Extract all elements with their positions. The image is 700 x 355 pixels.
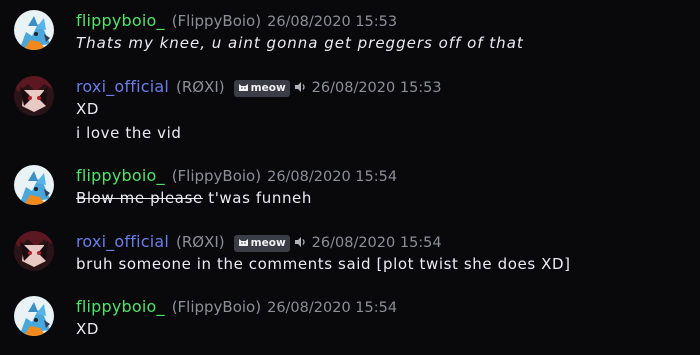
timestamp: 26/08/2020 15:53: [267, 14, 398, 30]
nickname: (RØXI): [176, 233, 225, 251]
message-header: roxi_official (RØXI) meow 26/08/2020 15:53: [76, 76, 442, 98]
roxi-avatar-icon[interactable]: [14, 76, 54, 116]
badge-label: meow: [250, 237, 286, 249]
meow-badge[interactable]: meow: [233, 235, 290, 252]
username[interactable]: flippyboio_: [76, 297, 165, 316]
meow-badge[interactable]: meow: [233, 80, 290, 97]
chat-log: flippyboio_ (FlippyBoio) 26/08/2020 15:53 …: [0, 0, 700, 355]
timestamp: 26/08/2020 15:54: [267, 300, 398, 316]
username[interactable]: flippyboio_: [76, 166, 165, 185]
timestamp: 26/08/2020 15:54: [267, 169, 398, 185]
badge-label: meow: [250, 82, 286, 94]
username[interactable]: roxi_official: [76, 77, 169, 96]
message-text: i love the vid: [76, 124, 182, 142]
message-text: Blow me please t'was funneh: [76, 187, 312, 209]
plain-text: t'was funneh: [202, 189, 312, 207]
message-header: flippyboio_ (FlippyBoio) 26/08/2020 15:54: [76, 296, 397, 318]
flippy-avatar-icon[interactable]: [14, 296, 54, 336]
roxi-avatar-icon[interactable]: [14, 231, 54, 271]
message-text: Thats my knee, u aint gonna get preggers…: [76, 34, 524, 52]
flippy-avatar-icon[interactable]: [14, 165, 54, 205]
speaker-icon[interactable]: [294, 233, 306, 255]
message-header: roxi_official (RØXI) meow 26/08/2020 15:54: [76, 231, 442, 253]
speaker-icon[interactable]: [294, 78, 306, 100]
message-header: flippyboio_ (FlippyBoio) 26/08/2020 15:53: [76, 10, 397, 32]
nickname: (RØXI): [176, 78, 225, 96]
username[interactable]: flippyboio_: [76, 11, 165, 30]
flippy-avatar-icon[interactable]: [14, 10, 54, 50]
username[interactable]: roxi_official: [76, 232, 169, 251]
nickname: (FlippyBoio): [171, 12, 262, 30]
timestamp: 26/08/2020 15:53: [311, 80, 442, 96]
cat-face-icon: [238, 239, 248, 246]
message-text: XD: [76, 100, 100, 118]
cat-face-icon: [238, 84, 248, 91]
strikethrough-text: Blow me please: [76, 189, 203, 207]
nickname: (FlippyBoio): [171, 167, 262, 185]
timestamp: 26/08/2020 15:54: [311, 235, 442, 251]
message-text: XD: [76, 320, 100, 338]
nickname: (FlippyBoio): [171, 298, 262, 316]
message-header: flippyboio_ (FlippyBoio) 26/08/2020 15:54: [76, 165, 397, 187]
message-text: bruh someone in the comments said [plot …: [76, 255, 571, 273]
